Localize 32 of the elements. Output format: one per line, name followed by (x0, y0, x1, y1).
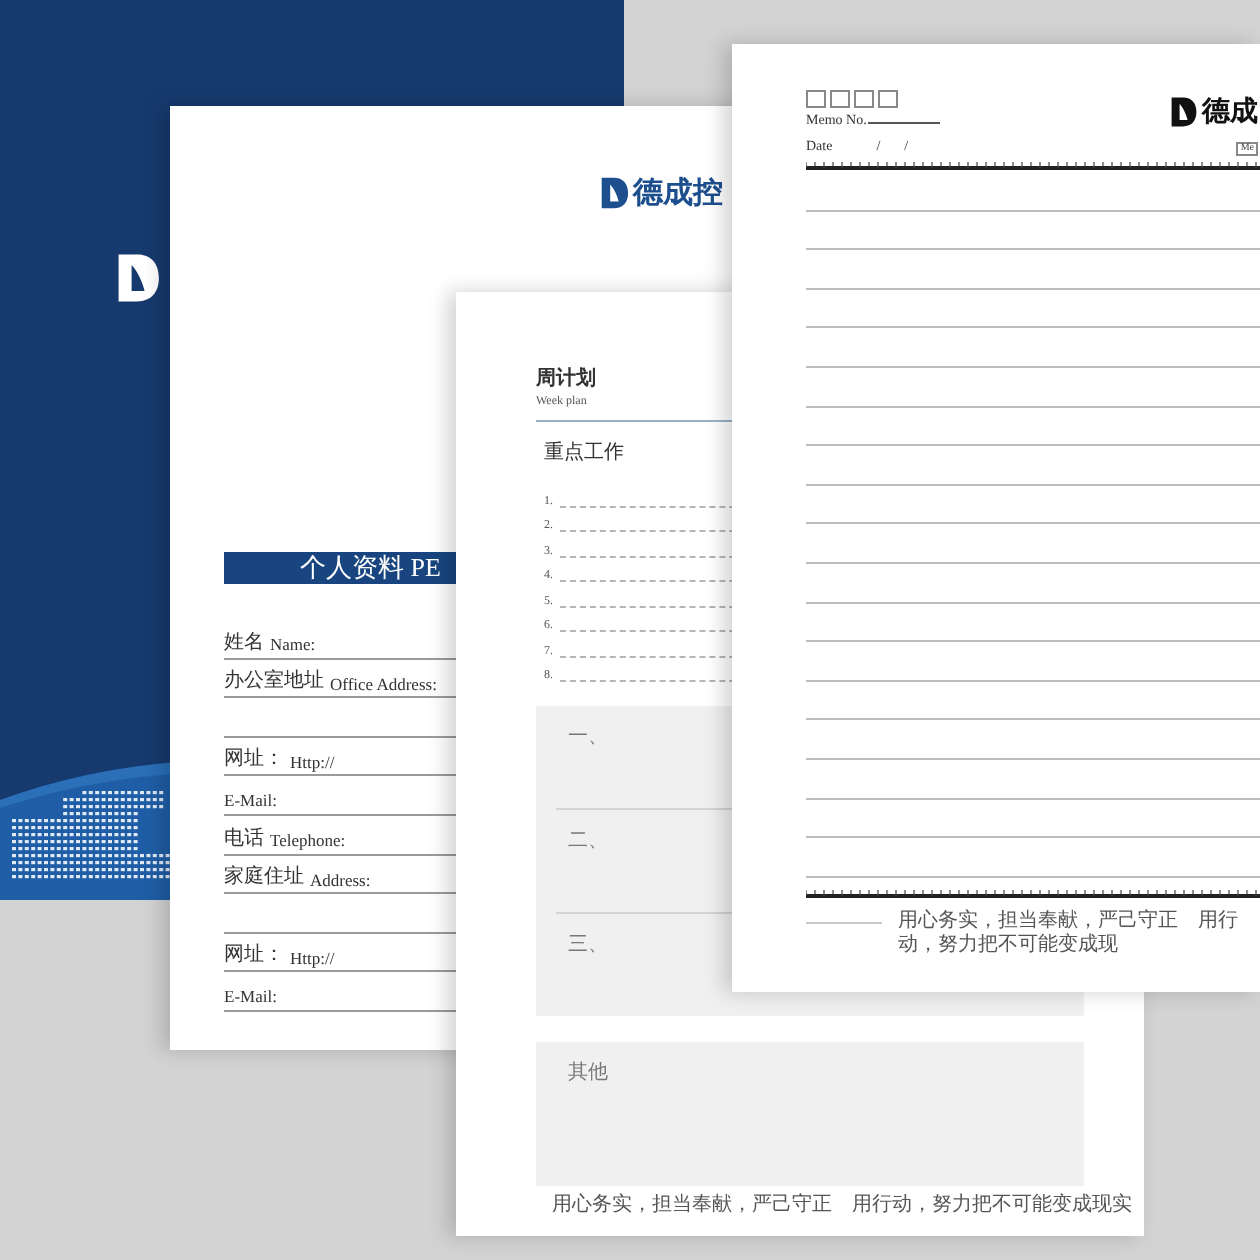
field-label: 办公室地址 (224, 672, 324, 693)
field-label: 网址： (224, 750, 284, 771)
field-label: 网址： (224, 946, 284, 967)
stamp-box-icon (830, 90, 850, 108)
field-label: 姓名 (224, 633, 264, 654)
section-label: 二、 (568, 828, 608, 854)
section-title: 个人资料 PE (224, 552, 460, 584)
section-label: 其他 (568, 1059, 608, 1086)
logo-icon (1170, 96, 1198, 128)
sheet-title: 周计划 (536, 365, 596, 392)
field-label: Http:// (290, 949, 335, 967)
field-label: Office Address: (330, 675, 437, 693)
footer-slogan: 用心务实，担当奉献，严己守正 用行动，努力把不可能变成现实 (552, 1194, 1132, 1218)
stamp-box-icon (806, 90, 826, 108)
field-label: Http:// (290, 753, 335, 771)
field-label: E-Mail: (224, 792, 277, 810)
logo-text: 德成 (1202, 94, 1258, 130)
field-label: Address: (310, 871, 371, 889)
logo-icon (116, 252, 161, 304)
stamp-box-icon (854, 90, 874, 108)
field-label: Telephone: (270, 832, 346, 850)
logo-icon (600, 176, 629, 210)
field-label: Name: (270, 636, 316, 654)
section-label: 一、 (568, 724, 608, 750)
stamp-box-icon (878, 90, 898, 108)
section-title: 重点工作 (544, 439, 624, 466)
footer-slogan: 用心务实，担当奉献，严己守正 用行动，努力把不可能变成现 (898, 909, 1240, 958)
section-label: 三、 (568, 932, 608, 958)
field-label: 电话 (224, 829, 264, 850)
field-label: E-Mail: (224, 988, 277, 1006)
field-label: 家庭住址 (224, 868, 304, 889)
logo-text: 德成控 (632, 174, 723, 212)
